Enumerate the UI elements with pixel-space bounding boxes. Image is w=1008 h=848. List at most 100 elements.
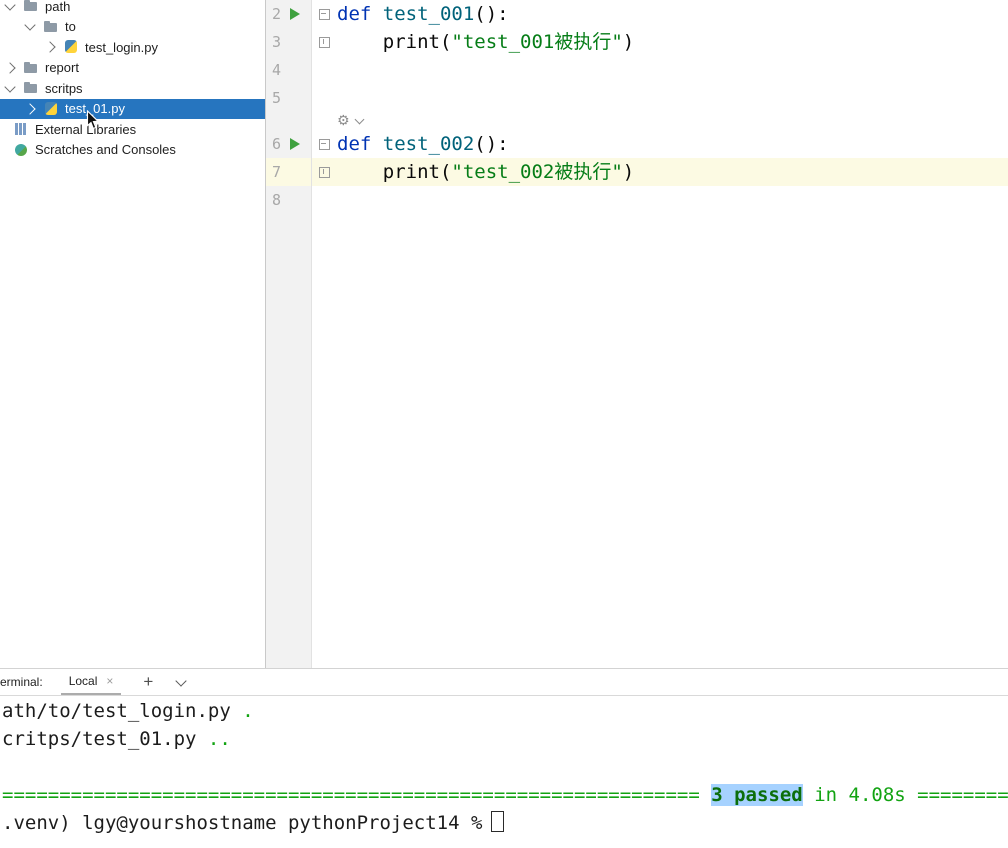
terminal-label: erminal: (0, 675, 43, 689)
line-number[interactable]: 4 (266, 56, 281, 84)
code-text[interactable]: def test_002(): (337, 130, 1008, 158)
editor-gutter[interactable]: 2 (266, 0, 312, 28)
terminal-cursor[interactable] (491, 811, 505, 832)
code-text[interactable] (337, 186, 1008, 214)
line-number[interactable]: 5 (266, 84, 281, 112)
new-terminal-button[interactable]: + (143, 672, 153, 692)
tree-item-label: to (65, 19, 76, 35)
code-token: (): (474, 133, 509, 155)
terminal-text: .venv) lgy@yourshostname pythonProject14… (2, 812, 483, 834)
terminal-line: .venv) lgy@yourshostname pythonProject14… (2, 809, 1008, 837)
run-options-widget[interactable]: ⚙ (337, 112, 1008, 130)
close-tab-icon[interactable]: × (106, 674, 113, 688)
code-token: test_002 (382, 133, 475, 155)
code-token: "test_002被执行" (451, 161, 623, 183)
chevron-right-icon[interactable] (24, 103, 36, 115)
tree-item-test-login-py[interactable]: test_login.py (0, 37, 265, 58)
code-token: def (337, 133, 372, 155)
fold-icon[interactable] (319, 166, 330, 178)
code-text[interactable]: print("test_002被执行") (337, 158, 1008, 186)
chevron-right-icon[interactable] (44, 41, 56, 53)
terminal-output[interactable]: ath/to/test_login.py . critps/test_01.py … (0, 696, 1008, 837)
code-editor[interactable]: 2 def test_001(): 3 print("test_001被执行") 4 5… (266, 0, 1008, 668)
tree-item-to[interactable]: to (0, 17, 265, 38)
editor-line-3[interactable]: 3 print("test_001被执行") (266, 28, 1008, 56)
fold-column (312, 0, 337, 28)
code-text[interactable] (337, 56, 1008, 84)
run-test-icon[interactable] (290, 138, 300, 150)
tree-item-scratches-and-consoles[interactable]: Scratches and Consoles (0, 140, 265, 161)
run-icon-slot (281, 8, 309, 20)
chevron-down-icon[interactable] (4, 81, 16, 93)
editor-gutter-filler (266, 214, 1008, 668)
tree-item-label: scritps (45, 80, 83, 96)
tree-item-report[interactable]: report (0, 58, 265, 79)
fold-column (312, 28, 337, 56)
code-token: (): (474, 3, 509, 25)
gear-icon[interactable]: ⚙ (337, 112, 350, 130)
terminal-text: ========================================… (2, 784, 700, 806)
editor-gutter[interactable]: 5 (266, 84, 312, 112)
code-token: def (337, 3, 372, 25)
tree-item-label: report (45, 60, 79, 76)
chevron-down-icon[interactable] (4, 0, 16, 11)
terminal-line: ========================================… (2, 781, 1008, 809)
tree-item-label: Scratches and Consoles (35, 142, 176, 158)
line-number[interactable]: 8 (266, 186, 281, 214)
line-number[interactable]: 6 (266, 130, 281, 158)
fold-column (312, 56, 337, 84)
fold-icon[interactable] (319, 36, 330, 48)
editor-line-6[interactable]: 6 def test_002(): (266, 130, 1008, 158)
chevron-right-icon[interactable] (4, 62, 16, 74)
fold-column (312, 186, 337, 214)
chevron-down-icon[interactable] (24, 19, 36, 31)
editor-line-7[interactable]: 7 print("test_002被执行") (266, 158, 1008, 186)
editor-gutter[interactable]: 7 (266, 158, 312, 186)
editor-gutter[interactable]: 8 (266, 186, 312, 214)
line-number[interactable]: 2 (266, 0, 281, 28)
project-tree: path to test_login.pyreport scritps test_01.… (0, 0, 265, 160)
terminal-tab-label: Local (68, 674, 98, 688)
code-token: print( (337, 161, 452, 183)
folder-icon (23, 0, 39, 14)
code-text[interactable]: def test_001(): (337, 0, 1008, 28)
line-number[interactable]: 3 (266, 28, 281, 56)
folder-icon (23, 60, 39, 76)
code-token: "test_001被执行" (451, 31, 623, 53)
chevron-down-icon[interactable] (354, 114, 365, 125)
terminal-text: . (230, 700, 254, 722)
editor-line-5[interactable]: 5 (266, 84, 1008, 112)
editor-line-4[interactable]: 4 (266, 56, 1008, 84)
terminal-line: ath/to/test_login.py . (2, 697, 1008, 725)
tree-item-scritps[interactable]: scritps (0, 78, 265, 99)
pycharm-window: path to test_login.pyreport scritps test_01.… (0, 0, 1008, 848)
code-text[interactable] (337, 84, 1008, 112)
editor-gutter[interactable]: 4 (266, 56, 312, 84)
line-number[interactable]: 7 (266, 158, 281, 186)
editor-gutter[interactable]: 6 (266, 130, 312, 158)
code-text[interactable]: print("test_001被执行") (337, 28, 1008, 56)
run-test-icon[interactable] (290, 8, 300, 20)
code-token: ) (622, 31, 635, 53)
terminal-text: ================ (917, 784, 1008, 806)
editor-line-2[interactable]: 2 def test_001(): (266, 0, 1008, 28)
terminal-tab-bar: erminal: Local × + (0, 669, 1008, 696)
folder-icon (43, 19, 59, 35)
tree-item-path[interactable]: path (0, 0, 265, 17)
editor-line-8[interactable]: 8 (266, 186, 1008, 214)
tree-item-external-libraries[interactable]: External Libraries (0, 119, 265, 140)
tree-item-test-01-py[interactable]: test_01.py (0, 98, 265, 119)
terminal-text: in 4.08s (814, 784, 906, 806)
editor-inlay-row: ⚙ (266, 112, 1008, 130)
terminal-panel: erminal: Local × + ath/to/test_login.py … (0, 668, 1008, 848)
passed-count-highlight: 3 passed (711, 784, 803, 806)
fold-icon[interactable] (319, 8, 330, 20)
fold-icon[interactable] (319, 138, 330, 150)
editor-gutter[interactable]: 3 (266, 28, 312, 56)
terminal-tab-local[interactable]: Local × (60, 669, 122, 695)
chevron-down-icon[interactable] (175, 674, 187, 687)
